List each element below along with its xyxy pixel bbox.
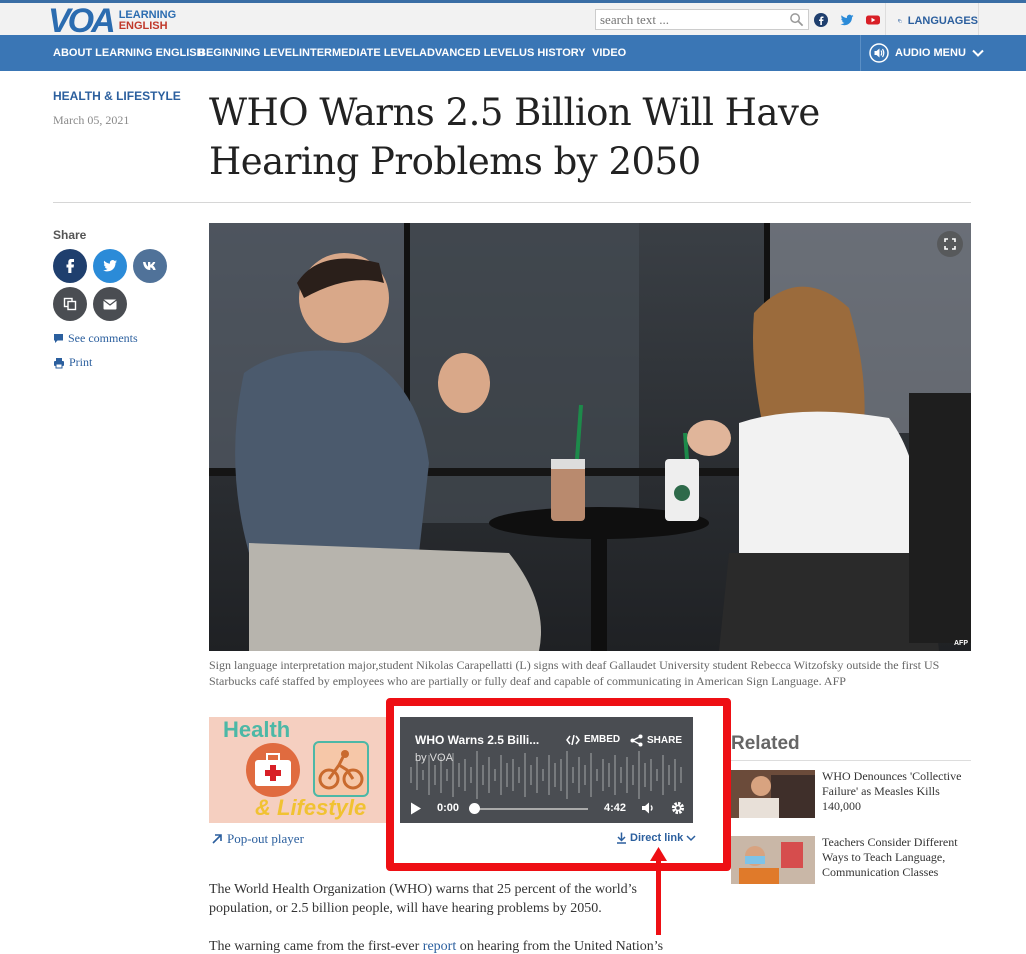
related-photo-1 (731, 770, 815, 818)
related-image-2[interactable] (731, 836, 815, 884)
facebook-icon[interactable] (813, 12, 829, 28)
highlight-box (386, 698, 731, 871)
search-box (595, 9, 809, 30)
search-icon[interactable] (789, 12, 804, 27)
logo-line-2: ENGLISH (118, 20, 168, 32)
related-divider (731, 760, 971, 761)
logo-text: LEARNING ENGLISH (119, 10, 176, 32)
photo-illustration (209, 223, 971, 651)
first-aid-kit-icon (246, 743, 300, 797)
chevron-down-icon (972, 49, 984, 57)
voa-logo[interactable]: VOA LEARNING ENGLISH (48, 2, 176, 40)
nav-advanced[interactable]: ADVANCED LEVEL (419, 35, 519, 71)
top-bar: VOA LEARNING ENGLISH A LANGUAGES (0, 0, 1026, 40)
annotation-arrow-head-icon (650, 847, 667, 861)
logo-mark: VOA (48, 2, 116, 40)
email-share-button[interactable] (93, 287, 127, 321)
print-label: Print (69, 355, 93, 369)
print-icon (54, 357, 64, 368)
facebook-icon (66, 259, 74, 273)
related-link-2[interactable]: Teachers Consider Different Ways to Teac… (822, 835, 972, 880)
languages-button[interactable]: A LANGUAGES (885, 3, 979, 38)
vk-icon (143, 262, 156, 270)
share-vk-button[interactable] (133, 249, 167, 283)
article-paragraph-1: The World Health Organization (WHO) warn… (209, 882, 637, 916)
share-twitter-button[interactable] (93, 249, 127, 283)
translate-icon: A (898, 19, 902, 23)
see-comments-link[interactable]: See comments (53, 331, 138, 346)
twitter-icon (103, 260, 117, 272)
print-link[interactable]: Print (53, 355, 92, 370)
audio-menu-button[interactable]: AUDIO MENU (860, 35, 1026, 71)
comment-icon (54, 334, 63, 343)
share-facebook-button[interactable] (53, 249, 87, 283)
twitter-icon[interactable] (839, 12, 855, 28)
page-title: WHO Warns 2.5 Billion Will Have Hearing … (209, 91, 820, 183)
see-comments-label: See comments (68, 331, 138, 345)
article-category[interactable]: HEALTH & LIFESTYLE (53, 89, 181, 103)
related-image-1[interactable] (731, 770, 815, 818)
audio-menu-label: AUDIO MENU (895, 47, 966, 59)
expand-icon (944, 238, 956, 250)
related-photo-2 (731, 836, 815, 884)
cycling-icon (313, 741, 369, 797)
paragraph-2-text-end: on hearing from the United Nation’s (456, 939, 664, 954)
nav-video[interactable]: VIDEO (592, 35, 626, 71)
article-paragraph-2: The warning came from the first-ever rep… (209, 937, 679, 954)
thumb-title-2: & Lifestyle (255, 795, 367, 820)
search-input[interactable] (596, 10, 781, 29)
article-photo (209, 223, 971, 651)
audio-thumbnail: Health & Lifestyle (209, 717, 387, 823)
nav-intermediate[interactable]: INTERMEDIATE LEVEL (299, 35, 419, 71)
youtube-icon[interactable] (865, 12, 881, 28)
email-icon (103, 299, 117, 309)
related-heading: Related (731, 733, 800, 754)
nav-about[interactable]: ABOUT LEARNING ENGLISH (53, 35, 205, 71)
fullscreen-button[interactable] (937, 231, 963, 257)
popout-label: Pop-out player (227, 831, 304, 846)
copy-icon (63, 297, 77, 311)
share-label: Share (53, 228, 87, 242)
paragraph-2-text: The warning came from the first-ever (209, 939, 423, 954)
title-divider (53, 202, 971, 203)
thumb-title-1: Health (223, 717, 291, 742)
nav-beginning[interactable]: BEGINNING LEVEL (198, 35, 299, 71)
main-nav: ABOUT LEARNING ENGLISH BEGINNING LEVEL I… (0, 35, 1026, 71)
arrow-up-right-icon (212, 834, 222, 844)
related-link-1[interactable]: WHO Denounces 'Collective Failure' as Me… (822, 769, 972, 814)
speaker-icon (869, 43, 889, 63)
photo-caption: Sign language interpretation major,stude… (209, 658, 940, 688)
popout-player-link[interactable]: Pop-out player (211, 831, 304, 847)
photo-credit: AFP (954, 640, 968, 647)
copy-link-button[interactable] (53, 287, 87, 321)
article-date: March 05, 2021 (53, 113, 130, 127)
nav-us-history[interactable]: US HISTORY (519, 35, 586, 71)
report-link[interactable]: report (423, 939, 456, 954)
languages-label: LANGUAGES (907, 14, 978, 27)
